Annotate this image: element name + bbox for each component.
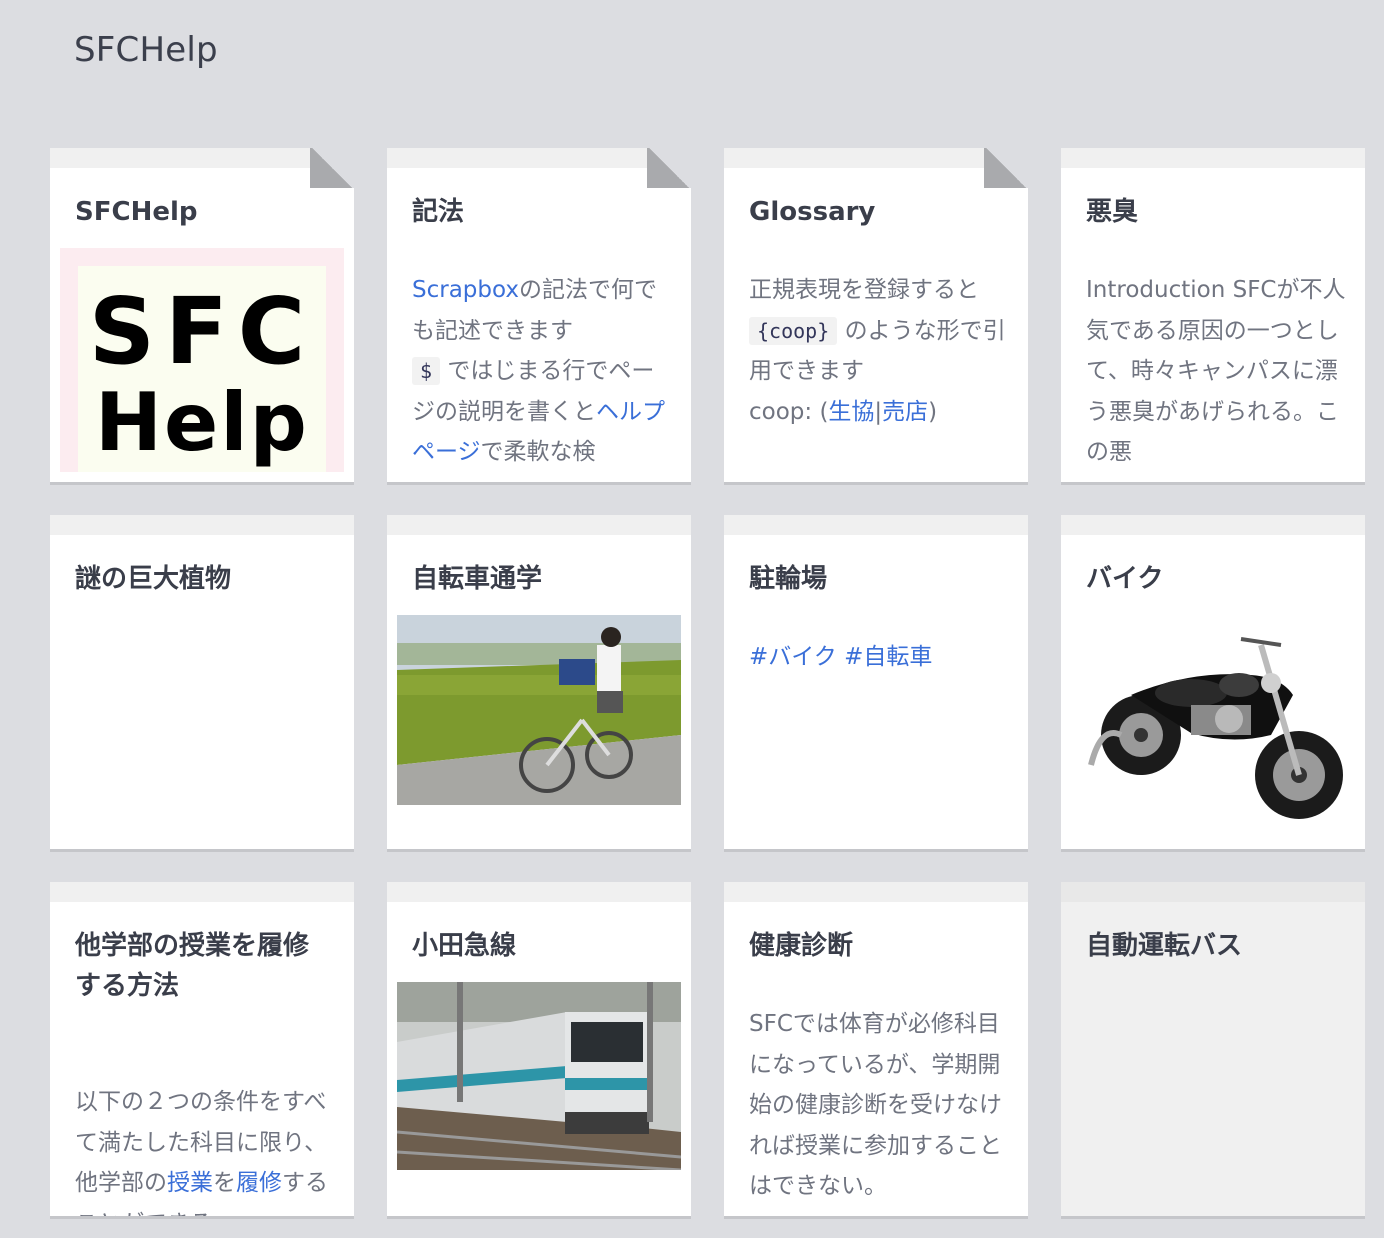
card-title: 他学部の授業を履修する方法 [75, 931, 310, 1001]
page-card-autonomous-bus[interactable]: 自動運転バス [1061, 882, 1365, 1216]
card-description: Introduction SFCが不人気である原因の一つとして、時々キャンパスに… [1086, 277, 1346, 465]
page-card-bicycle-commute[interactable]: 自転車通学 [387, 515, 691, 849]
description-text: を [213, 1170, 236, 1196]
sfchelp-logo-image: SFC Help [60, 248, 344, 472]
pin-corner-icon [647, 148, 691, 188]
logo-text-line1: SFC [88, 278, 316, 385]
separator-text: | [874, 398, 883, 425]
card-title: SFCHelp [75, 197, 198, 227]
page-card-motorbike[interactable]: バイク [1061, 515, 1365, 849]
scrapbox-link[interactable]: Scrapbox [412, 277, 519, 303]
card-title: 駐輪場 [749, 564, 828, 594]
card-header-bar [387, 515, 691, 535]
card-title: 謎の巨大植物 [75, 564, 232, 594]
card-title: 記法 [412, 197, 465, 227]
enrollment-link[interactable]: 履修 [236, 1170, 282, 1196]
card-header-bar [1061, 515, 1365, 535]
card-title: 自動運転バス [1086, 931, 1243, 961]
card-title: バイク [1086, 564, 1164, 594]
description-text: 正規表現を登録すると [749, 277, 979, 303]
page-card-glossary[interactable]: Glossary 正規表現を登録すると {coop} のような形で引用できます co… [724, 148, 1028, 482]
card-title: 小田急線 [412, 931, 517, 961]
description-text: ) [928, 398, 938, 425]
card-tags: #バイク #自転車 [749, 637, 1010, 678]
page-card-sfchelp[interactable]: SFCHelp SFC Help [50, 148, 354, 482]
course-link[interactable]: 授業 [167, 1170, 213, 1196]
tag-link-bike[interactable]: #バイク [749, 644, 837, 670]
card-title: 自転車通学 [412, 564, 543, 594]
card-header-bar [50, 882, 354, 902]
tag-link-bicycle[interactable]: #自転車 [844, 644, 932, 670]
pin-corner-icon [984, 148, 1028, 188]
card-header-bar [724, 882, 1028, 902]
inline-code: {coop} [749, 316, 838, 345]
bicycle-photo [397, 615, 681, 805]
store-link[interactable]: 売店 [882, 399, 928, 425]
card-title: 健康診断 [749, 931, 854, 961]
description-text: coop: ( [749, 398, 829, 425]
card-header-bar [1061, 148, 1365, 168]
page-card-odakyu-line[interactable]: 小田急線 [387, 882, 691, 1216]
card-header-bar [724, 148, 984, 168]
card-title: Glossary [749, 197, 876, 227]
card-header-bar [50, 515, 354, 535]
page-grid: SFCHelp SFC Help 記法 Scrapboxの記法で何でも記述できま… [50, 148, 1365, 1216]
project-title[interactable]: SFCHelp [74, 30, 218, 70]
page-card-odor[interactable]: 悪臭 Introduction SFCが不人気である原因の一つとして、時々キャン… [1061, 148, 1365, 482]
page-card-giant-plant[interactable]: 謎の巨大植物 [50, 515, 354, 849]
card-header-bar [724, 515, 1028, 535]
page-card-notation[interactable]: 記法 Scrapboxの記法で何でも記述できます $ ではじまる行でページの説明を… [387, 148, 691, 482]
card-description: SFCでは体育が必修科目になっているが、学期開始の健康診断を受けなければ授業に参… [749, 1011, 1002, 1199]
card-header-bar [50, 148, 310, 168]
motorbike-photo [1071, 615, 1355, 839]
page-card-bike-parking[interactable]: 駐輪場 #バイク #自転車 [724, 515, 1028, 849]
card-description: Scrapboxの記法で何でも記述できます $ ではじまる行でページの説明を書くと… [412, 270, 673, 473]
card-header-bar [387, 148, 647, 168]
train-photo [397, 982, 681, 1170]
card-title: 悪臭 [1086, 197, 1139, 227]
page-card-cross-faculty-courses[interactable]: 他学部の授業を履修する方法 以下の２つの条件をすべて満たした科目に限り、他学部の… [50, 882, 354, 1216]
card-description: 正規表現を登録すると {coop} のような形で引用できます coop: (生協|売… [749, 270, 1010, 432]
logo-text-line2: Help [95, 376, 309, 469]
card-description: 以下の２つの条件をすべて満たした科目に限り、他学部の授業を履修することができる。 [75, 1082, 336, 1216]
coop-link[interactable]: 生協 [828, 399, 874, 425]
card-header-bar [1061, 882, 1365, 902]
pin-corner-icon [310, 148, 354, 188]
card-header-bar [387, 882, 691, 902]
page-card-health-checkup[interactable]: 健康診断 SFCでは体育が必修科目になっているが、学期開始の健康診断を受けなけれ… [724, 882, 1028, 1216]
description-text: で柔軟な検 [480, 439, 596, 465]
inline-code: $ [412, 357, 441, 385]
